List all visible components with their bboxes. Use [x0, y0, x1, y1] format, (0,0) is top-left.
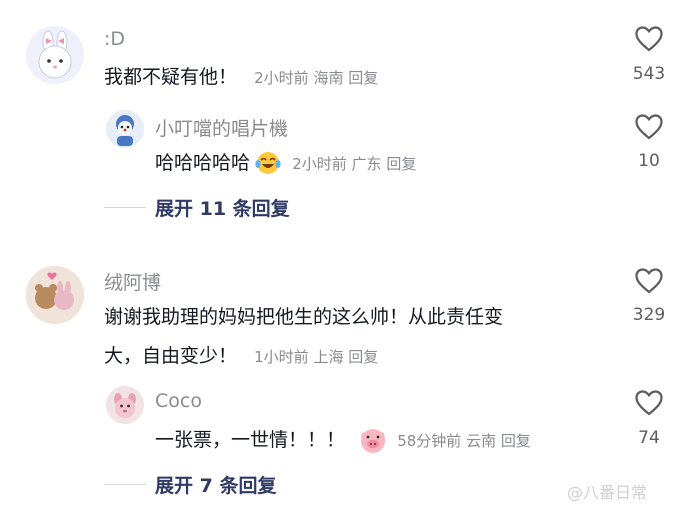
comment-text: 哈哈哈哈哈	[155, 152, 251, 174]
comment-text: 谢谢我助理的妈妈把他生的这么帅！从此责任变	[104, 306, 504, 328]
comment-location: 广东	[351, 155, 382, 173]
like-button[interactable]	[635, 26, 663, 52]
comment-text: 一张票，一世情！！！	[155, 429, 346, 451]
expand-replies-button[interactable]: 展开 11 条回复	[155, 194, 290, 221]
reply-button[interactable]: 回复	[501, 432, 531, 450]
comment-time: 2小时前	[254, 69, 309, 87]
divider	[104, 207, 146, 208]
avatar[interactable]	[106, 386, 144, 424]
heart-outline-icon	[635, 268, 663, 294]
reply-button[interactable]: 回复	[348, 69, 378, 87]
like-button[interactable]	[635, 268, 663, 294]
comment-time: 1小时前	[254, 348, 309, 366]
pig-face-emoji-icon	[358, 426, 388, 458]
comment-location: 上海	[313, 348, 344, 366]
like-count: 329	[632, 305, 666, 325]
reply-username[interactable]: Coco	[155, 390, 202, 412]
avatar[interactable]	[106, 110, 144, 148]
avatar[interactable]	[26, 266, 84, 324]
heart-outline-icon	[635, 390, 663, 416]
watermark: @八番日常	[567, 483, 648, 502]
reply-username[interactable]: 小叮噹的唱片機	[155, 114, 288, 141]
heart-outline-icon	[635, 114, 663, 140]
comment-text: 我都不疑有他！	[104, 66, 238, 88]
laughing-crying-emoji-icon	[255, 151, 281, 179]
comment-username[interactable]: 绒阿博	[104, 268, 161, 295]
comment-location: 云南	[466, 432, 497, 450]
comment-time: 2小时前	[292, 155, 347, 173]
reply-button[interactable]: 回复	[386, 155, 416, 173]
comment-text-continued: 大，自由变少！	[104, 345, 238, 367]
like-count: 10	[638, 151, 660, 171]
comment-time: 58分钟前	[397, 432, 462, 450]
avatar[interactable]	[26, 26, 84, 84]
expand-replies-button[interactable]: 展开 7 条回复	[155, 471, 276, 498]
like-count: 74	[638, 428, 660, 448]
like-button[interactable]	[635, 390, 663, 416]
comment-location: 海南	[313, 69, 344, 87]
like-count: 543	[632, 64, 666, 84]
like-button[interactable]	[635, 114, 663, 140]
heart-outline-icon	[635, 26, 663, 52]
comment-username[interactable]: :D	[104, 28, 125, 50]
divider	[104, 484, 146, 485]
reply-button[interactable]: 回复	[348, 348, 378, 366]
